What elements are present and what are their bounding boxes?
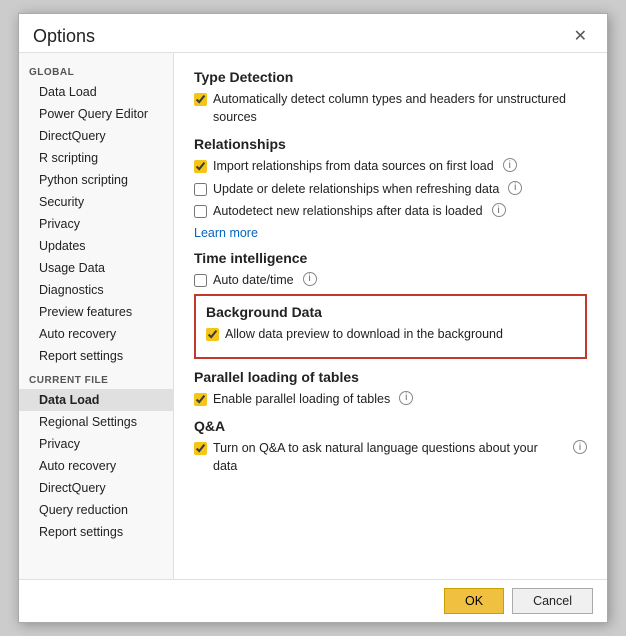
- ok-button[interactable]: OK: [444, 588, 504, 614]
- sidebar-item-privacy-current[interactable]: Privacy: [19, 433, 173, 455]
- auto-date-time-checkbox[interactable]: [194, 274, 207, 287]
- sidebar-item-regional-settings[interactable]: Regional Settings: [19, 411, 173, 433]
- relationships-title: Relationships: [194, 136, 587, 152]
- dialog-title: Options: [33, 26, 95, 47]
- sidebar-item-report-settings-current[interactable]: Report settings: [19, 521, 173, 543]
- import-relationships-checkbox[interactable]: [194, 160, 207, 173]
- update-delete-relationships-label: Update or delete relationships when refr…: [213, 181, 499, 199]
- enable-parallel-info-icon[interactable]: i: [399, 391, 413, 405]
- import-relationships-row: Import relationships from data sources o…: [194, 158, 587, 176]
- close-button[interactable]: ✕: [568, 24, 593, 48]
- import-relationships-label: Import relationships from data sources o…: [213, 158, 494, 176]
- update-delete-relationships-checkbox[interactable]: [194, 183, 207, 196]
- sidebar-item-directquery-global[interactable]: DirectQuery: [19, 125, 173, 147]
- background-data-title: Background Data: [206, 304, 575, 320]
- sidebar-item-directquery-current[interactable]: DirectQuery: [19, 477, 173, 499]
- dialog-body: GLOBAL Data Load Power Query Editor Dire…: [19, 52, 607, 579]
- enable-parallel-row: Enable parallel loading of tables i: [194, 391, 587, 409]
- sidebar-item-data-load-global[interactable]: Data Load: [19, 81, 173, 103]
- enable-parallel-checkbox[interactable]: [194, 393, 207, 406]
- sidebar-item-updates[interactable]: Updates: [19, 235, 173, 257]
- cancel-button[interactable]: Cancel: [512, 588, 593, 614]
- qna-info-icon[interactable]: i: [573, 440, 587, 454]
- turn-on-qna-row: Turn on Q&A to ask natural language ques…: [194, 440, 587, 475]
- dialog-titlebar: Options ✕: [19, 14, 607, 52]
- sidebar-item-data-load-current[interactable]: Data Load: [19, 389, 173, 411]
- auto-date-time-label: Auto date/time: [213, 272, 294, 290]
- enable-parallel-label: Enable parallel loading of tables: [213, 391, 390, 409]
- sidebar-item-auto-recovery-current[interactable]: Auto recovery: [19, 455, 173, 477]
- auto-detect-checkbox[interactable]: [194, 93, 207, 106]
- global-section-label: GLOBAL: [19, 59, 173, 81]
- sidebar-item-power-query-editor[interactable]: Power Query Editor: [19, 103, 173, 125]
- sidebar-item-r-scripting[interactable]: R scripting: [19, 147, 173, 169]
- autodetect-relationships-row: Autodetect new relationships after data …: [194, 203, 587, 221]
- sidebar-item-diagnostics[interactable]: Diagnostics: [19, 279, 173, 301]
- auto-detect-row: Automatically detect column types and he…: [194, 91, 587, 126]
- autodetect-relationships-label: Autodetect new relationships after data …: [213, 203, 483, 221]
- sidebar: GLOBAL Data Load Power Query Editor Dire…: [19, 53, 174, 579]
- sidebar-item-usage-data[interactable]: Usage Data: [19, 257, 173, 279]
- auto-date-time-info-icon[interactable]: i: [303, 272, 317, 286]
- update-delete-relationships-row: Update or delete relationships when refr…: [194, 181, 587, 199]
- sidebar-item-python-scripting[interactable]: Python scripting: [19, 169, 173, 191]
- sidebar-item-preview-features[interactable]: Preview features: [19, 301, 173, 323]
- autodetect-relationships-info-icon[interactable]: i: [492, 203, 506, 217]
- qna-title: Q&A: [194, 418, 587, 434]
- dialog-footer: OK Cancel: [19, 579, 607, 622]
- sidebar-item-auto-recovery-global[interactable]: Auto recovery: [19, 323, 173, 345]
- learn-more-link[interactable]: Learn more: [194, 226, 587, 240]
- allow-background-preview-checkbox[interactable]: [206, 328, 219, 341]
- auto-detect-label: Automatically detect column types and he…: [213, 91, 587, 126]
- update-delete-relationships-info-icon[interactable]: i: [508, 181, 522, 195]
- current-file-section-label: CURRENT FILE: [19, 367, 173, 389]
- main-content: Type Detection Automatically detect colu…: [174, 53, 607, 579]
- allow-background-preview-label: Allow data preview to download in the ba…: [225, 326, 503, 344]
- parallel-loading-title: Parallel loading of tables: [194, 369, 587, 385]
- import-relationships-info-icon[interactable]: i: [503, 158, 517, 172]
- auto-date-time-row: Auto date/time i: [194, 272, 587, 290]
- sidebar-item-security[interactable]: Security: [19, 191, 173, 213]
- options-dialog: Options ✕ GLOBAL Data Load Power Query E…: [18, 13, 608, 623]
- background-data-box: Background Data Allow data preview to do…: [194, 294, 587, 359]
- turn-on-qna-label: Turn on Q&A to ask natural language ques…: [213, 440, 564, 475]
- sidebar-item-query-reduction[interactable]: Query reduction: [19, 499, 173, 521]
- autodetect-relationships-checkbox[interactable]: [194, 205, 207, 218]
- sidebar-item-report-settings-global[interactable]: Report settings: [19, 345, 173, 367]
- time-intelligence-title: Time intelligence: [194, 250, 587, 266]
- type-detection-title: Type Detection: [194, 69, 587, 85]
- sidebar-item-privacy-global[interactable]: Privacy: [19, 213, 173, 235]
- turn-on-qna-checkbox[interactable]: [194, 442, 207, 455]
- allow-background-preview-row: Allow data preview to download in the ba…: [206, 326, 575, 344]
